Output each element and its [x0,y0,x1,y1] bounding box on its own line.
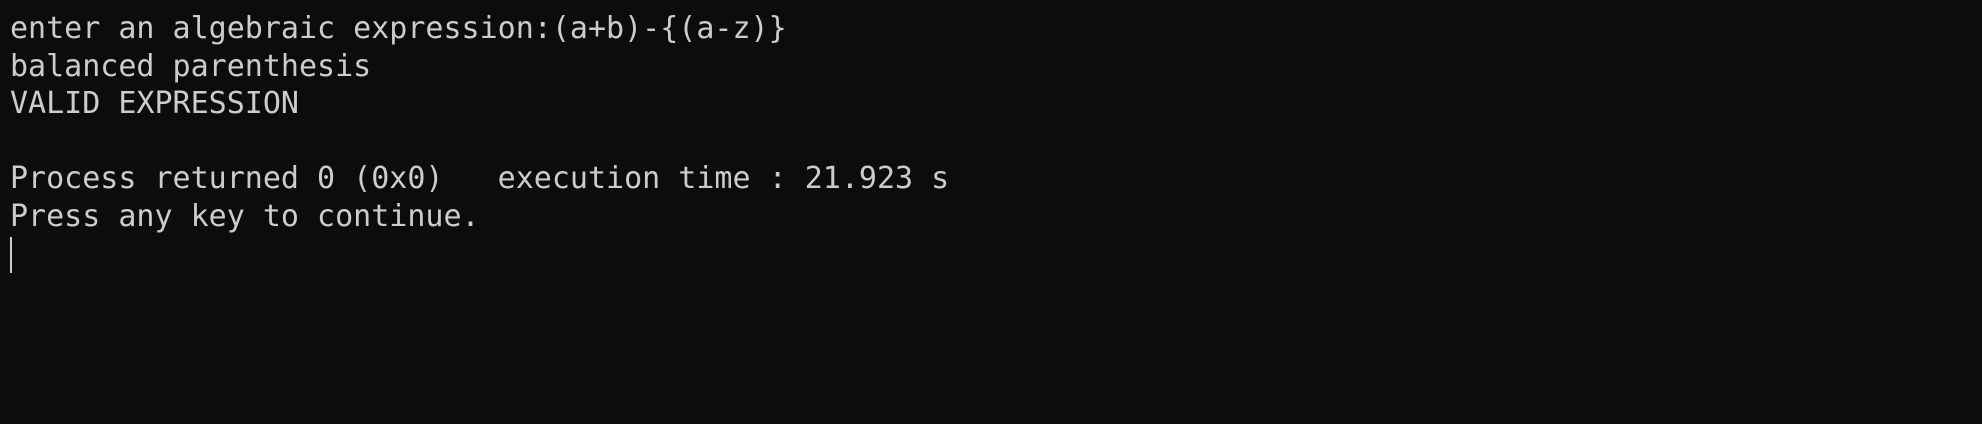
validity-result-line: VALID EXPRESSION [10,86,299,121]
balance-result-line: balanced parenthesis [10,48,372,84]
text-cursor [10,237,12,273]
process-returned-line: Process returned 0 (0x0) execution time … [10,161,950,196]
press-any-key-line: Press any key to continue. [10,198,480,234]
prompt-input-line: enter an algebraic expression:(a+b)-{(a-… [10,11,787,46]
cursor-line [10,235,1982,273]
console-window[interactable]: enter an algebraic expression:(a+b)-{(a-… [0,0,1982,424]
